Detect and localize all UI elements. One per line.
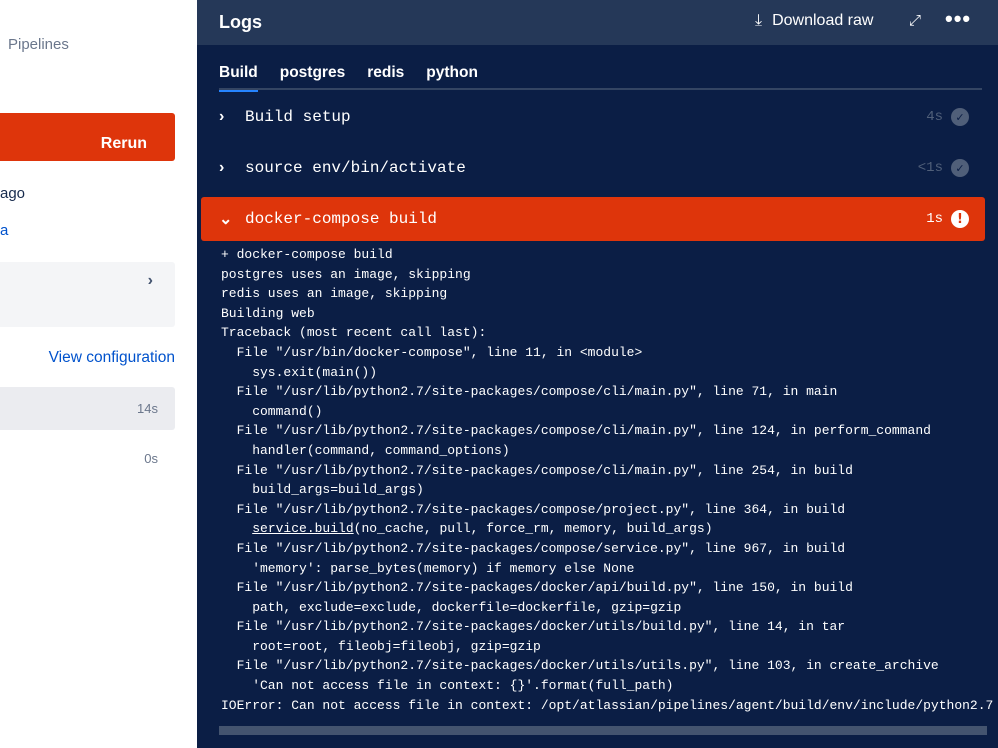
log-line: handler(command, command_options) bbox=[221, 442, 510, 458]
log-step-source-env[interactable]: › source env/bin/activate <1s ✓ bbox=[201, 146, 985, 190]
log-line: path, exclude=exclude, dockerfile=docker… bbox=[221, 599, 682, 615]
breadcrumb-pipelines[interactable]: Pipelines bbox=[8, 36, 69, 53]
log-line: Building web bbox=[221, 305, 315, 321]
log-output: + docker-compose build postgres uses an i… bbox=[221, 245, 993, 715]
download-icon: ⤓ bbox=[755, 12, 763, 29]
log-line: 'memory': parse_bytes(memory) if memory … bbox=[221, 560, 635, 576]
logs-title: Logs bbox=[219, 12, 262, 32]
tab-redis[interactable]: redis bbox=[367, 64, 404, 90]
log-line: File "/usr/lib/python2.7/site-packages/c… bbox=[221, 384, 838, 400]
horizontal-scrollbar[interactable] bbox=[219, 726, 987, 735]
view-configuration-link[interactable]: View configuration bbox=[49, 349, 175, 367]
log-line: IOError: Can not access file in context:… bbox=[221, 697, 994, 713]
log-step-build-setup[interactable]: › Build setup 4s ✓ bbox=[201, 95, 985, 139]
log-line: File "/usr/lib/python2.7/site-packages/c… bbox=[221, 501, 846, 517]
log-line: redis uses an image, skipping bbox=[221, 286, 448, 302]
chevron-down-icon: ⌄ bbox=[219, 211, 233, 228]
log-line: File "/usr/lib/python2.7/site-packages/d… bbox=[221, 619, 846, 635]
chevron-right-icon: › bbox=[219, 159, 225, 176]
log-line: sys.exit(main()) bbox=[221, 364, 378, 380]
log-line: File "/usr/lib/python2.7/site-packages/c… bbox=[221, 462, 853, 478]
step-duration: 1s bbox=[926, 211, 943, 227]
logs-header: Logs ⤓ Download raw ⤢ ••• bbox=[197, 0, 998, 45]
log-step-docker-compose-build[interactable]: ⌄ docker-compose build 1s ! bbox=[201, 197, 985, 241]
pipeline-sidebar: Pipelines Rerun ago a › View configurati… bbox=[0, 0, 197, 748]
time-ago: ago bbox=[0, 185, 26, 202]
rerun-button[interactable]: Rerun bbox=[0, 113, 175, 161]
step-name: Build setup bbox=[245, 108, 351, 126]
check-circle-icon: ✓ bbox=[951, 108, 969, 126]
log-line: File "/usr/bin/docker-compose", line 11,… bbox=[221, 344, 643, 360]
log-line: postgres uses an image, skipping bbox=[221, 266, 471, 282]
step-item[interactable]: 14s bbox=[0, 387, 175, 430]
tab-python[interactable]: python bbox=[426, 64, 478, 90]
info-card[interactable]: › bbox=[0, 262, 175, 327]
expand-icon[interactable]: ⤢ bbox=[909, 12, 921, 29]
log-line-rest: (no_cache, pull, force_rm, memory, build… bbox=[353, 521, 713, 537]
chevron-right-icon: › bbox=[147, 272, 153, 289]
check-circle-icon: ✓ bbox=[951, 159, 969, 177]
log-line: command() bbox=[221, 403, 323, 419]
log-line: + docker-compose build bbox=[221, 247, 393, 262]
chevron-right-icon: › bbox=[219, 108, 225, 125]
error-icon: ! bbox=[951, 210, 969, 228]
log-line: build_args=build_args) bbox=[221, 482, 424, 498]
step-name: docker-compose build bbox=[245, 210, 438, 228]
logs-panel: Logs ⤓ Download raw ⤢ ••• Build postgres… bbox=[197, 0, 998, 748]
tab-postgres[interactable]: postgres bbox=[280, 64, 345, 90]
download-raw-label: Download raw bbox=[772, 12, 874, 29]
log-line: File "/usr/lib/python2.7/site-packages/d… bbox=[221, 580, 853, 596]
step-name: source env/bin/activate bbox=[245, 159, 466, 177]
log-tabs: Build postgres redis python bbox=[219, 64, 982, 92]
log-line: File "/usr/lib/python2.7/site-packages/c… bbox=[221, 423, 931, 439]
log-line: service.build(no_cache, pull, force_rm, … bbox=[221, 519, 993, 539]
log-line: root=root, fileobj=fileobj, gzip=gzip bbox=[221, 638, 541, 654]
more-options-icon[interactable]: ••• bbox=[945, 6, 971, 32]
tab-build[interactable]: Build bbox=[219, 64, 258, 92]
step-duration: 0s bbox=[144, 451, 158, 466]
step-duration: 4s bbox=[926, 109, 943, 125]
log-line: File "/usr/lib/python2.7/site-packages/c… bbox=[221, 540, 846, 556]
log-line: 'Can not access file in context: {}'.for… bbox=[221, 678, 674, 694]
step-duration: <1s bbox=[917, 160, 943, 176]
log-line: File "/usr/lib/python2.7/site-packages/d… bbox=[221, 658, 939, 674]
commit-link[interactable]: a bbox=[0, 222, 8, 239]
log-link[interactable]: service.build bbox=[252, 521, 353, 536]
step-duration: 14s bbox=[137, 401, 158, 416]
download-raw-button[interactable]: ⤓ Download raw bbox=[755, 12, 873, 30]
log-line: Traceback (most recent call last): bbox=[221, 325, 487, 341]
